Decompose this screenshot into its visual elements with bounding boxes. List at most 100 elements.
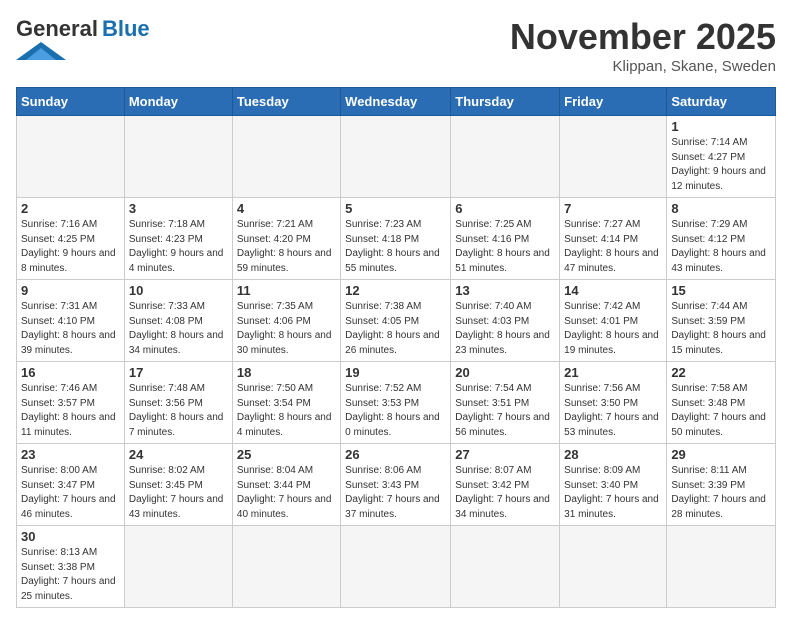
calendar-header: SundayMondayTuesdayWednesdayThursdayFrid… [17, 88, 776, 116]
page-header: General Blue November 2025 Klippan, Skan… [16, 16, 776, 75]
day-info: Sunrise: 7:40 AM Sunset: 4:03 PM Dayligh… [455, 300, 555, 358]
day-number: 26 [345, 447, 446, 462]
day-info: Sunrise: 7:52 AM Sunset: 3:53 PM Dayligh… [345, 382, 446, 440]
calendar-cell: 4 Sunrise: 7:21 AM Sunset: 4:20 PM Daylig… [232, 198, 340, 280]
day-number: 6 [455, 201, 555, 216]
day-info: Sunrise: 8:13 AM Sunset: 3:38 PM Dayligh… [21, 546, 120, 604]
calendar-cell: 17Sunrise: 7:48 AM Sunset: 3:56 PM Dayli… [124, 362, 232, 444]
calendar-table: SundayMondayTuesdayWednesdayThursdayFrid… [16, 87, 776, 608]
day-info: Sunrise: 7:27 AM Sunset: 4:14 PM Dayligh… [564, 218, 662, 276]
day-info: Sunrise: 7:44 AM Sunset: 3:59 PM Dayligh… [671, 300, 771, 358]
day-info: Sunrise: 7:42 AM Sunset: 4:01 PM Dayligh… [564, 300, 662, 358]
header-wednesday: Wednesday [341, 88, 451, 116]
calendar-cell [560, 116, 667, 198]
header-thursday: Thursday [451, 88, 560, 116]
day-number: 9 [21, 283, 120, 298]
calendar-cell: 20 Sunrise: 7:54 AM Sunset: 3:51 PM Dayli… [451, 362, 560, 444]
day-info: Sunrise: 8:00 AM Sunset: 3:47 PM Dayligh… [21, 464, 120, 522]
day-info: Sunrise: 7:21 AM Sunset: 4:20 PM Dayligh… [237, 218, 336, 276]
calendar-cell: 10Sunrise: 7:33 AM Sunset: 4:08 PM Dayli… [124, 280, 232, 362]
calendar-cell: 27Sunrise: 8:07 AM Sunset: 3:42 PM Dayli… [451, 444, 560, 526]
calendar-cell [667, 526, 776, 608]
calendar-cell [451, 116, 560, 198]
day-number: 11 [237, 283, 336, 298]
calendar-cell: 22 Sunrise: 7:58 AM Sunset: 3:48 PM Dayli… [667, 362, 776, 444]
day-number: 30 [21, 529, 120, 544]
calendar-cell: 30 Sunrise: 8:13 AM Sunset: 3:38 PM Dayli… [17, 526, 125, 608]
calendar-body: 1Sunrise: 7:14 AM Sunset: 4:27 PM Daylig… [17, 116, 776, 608]
calendar-cell: 8 Sunrise: 7:29 AM Sunset: 4:12 PM Daylig… [667, 198, 776, 280]
calendar-cell: 3 Sunrise: 7:18 AM Sunset: 4:23 PM Daylig… [124, 198, 232, 280]
day-info: Sunrise: 7:33 AM Sunset: 4:08 PM Dayligh… [129, 300, 228, 358]
day-info: Sunrise: 7:29 AM Sunset: 4:12 PM Dayligh… [671, 218, 771, 276]
calendar-cell: 2 Sunrise: 7:16 AM Sunset: 4:25 PM Daylig… [17, 198, 125, 280]
calendar-cell [451, 526, 560, 608]
calendar-cell: 26Sunrise: 8:06 AM Sunset: 3:43 PM Dayli… [341, 444, 451, 526]
day-info: Sunrise: 7:50 AM Sunset: 3:54 PM Dayligh… [237, 382, 336, 440]
calendar-cell [124, 116, 232, 198]
day-number: 8 [671, 201, 771, 216]
calendar-cell: 13 Sunrise: 7:40 AM Sunset: 4:03 PM Dayli… [451, 280, 560, 362]
day-number: 27 [455, 447, 555, 462]
day-info: Sunrise: 8:02 AM Sunset: 3:45 PM Dayligh… [129, 464, 228, 522]
day-number: 25 [237, 447, 336, 462]
calendar-cell: 15Sunrise: 7:44 AM Sunset: 3:59 PM Dayli… [667, 280, 776, 362]
day-info: Sunrise: 7:25 AM Sunset: 4:16 PM Dayligh… [455, 218, 555, 276]
calendar-cell: 28 Sunrise: 8:09 AM Sunset: 3:40 PM Dayli… [560, 444, 667, 526]
location: Klippan, Skane, Sweden [510, 58, 776, 75]
calendar-cell: 7 Sunrise: 7:27 AM Sunset: 4:14 PM Daylig… [560, 198, 667, 280]
month-title: November 2025 [510, 16, 776, 58]
calendar-cell: 25 Sunrise: 8:04 AM Sunset: 3:44 PM Dayli… [232, 444, 340, 526]
header-monday: Monday [124, 88, 232, 116]
day-info: Sunrise: 8:09 AM Sunset: 3:40 PM Dayligh… [564, 464, 662, 522]
day-info: Sunrise: 7:23 AM Sunset: 4:18 PM Dayligh… [345, 218, 446, 276]
day-info: Sunrise: 7:54 AM Sunset: 3:51 PM Dayligh… [455, 382, 555, 440]
day-number: 4 [237, 201, 336, 216]
day-number: 19 [345, 365, 446, 380]
calendar-cell: 5 Sunrise: 7:23 AM Sunset: 4:18 PM Daylig… [341, 198, 451, 280]
day-number: 24 [129, 447, 228, 462]
calendar-cell: 9Sunrise: 7:31 AM Sunset: 4:10 PM Daylig… [17, 280, 125, 362]
day-number: 17 [129, 365, 228, 380]
day-info: Sunrise: 8:04 AM Sunset: 3:44 PM Dayligh… [237, 464, 336, 522]
day-info: Sunrise: 7:58 AM Sunset: 3:48 PM Dayligh… [671, 382, 771, 440]
title-block: November 2025 Klippan, Skane, Sweden [510, 16, 776, 75]
calendar-cell: 1Sunrise: 7:14 AM Sunset: 4:27 PM Daylig… [667, 116, 776, 198]
calendar-cell: 11 Sunrise: 7:35 AM Sunset: 4:06 PM Dayli… [232, 280, 340, 362]
day-info: Sunrise: 7:56 AM Sunset: 3:50 PM Dayligh… [564, 382, 662, 440]
day-number: 13 [455, 283, 555, 298]
calendar-cell: 14 Sunrise: 7:42 AM Sunset: 4:01 PM Dayli… [560, 280, 667, 362]
day-info: Sunrise: 7:16 AM Sunset: 4:25 PM Dayligh… [21, 218, 120, 276]
day-number: 7 [564, 201, 662, 216]
day-info: Sunrise: 7:38 AM Sunset: 4:05 PM Dayligh… [345, 300, 446, 358]
logo-general-text: General [16, 16, 98, 42]
day-number: 5 [345, 201, 446, 216]
calendar-cell: 16Sunrise: 7:46 AM Sunset: 3:57 PM Dayli… [17, 362, 125, 444]
calendar-cell [341, 116, 451, 198]
calendar-cell: 29Sunrise: 8:11 AM Sunset: 3:39 PM Dayli… [667, 444, 776, 526]
calendar-cell [124, 526, 232, 608]
day-info: Sunrise: 7:18 AM Sunset: 4:23 PM Dayligh… [129, 218, 228, 276]
week-row-5: 30 Sunrise: 8:13 AM Sunset: 3:38 PM Dayli… [17, 526, 776, 608]
header-row: SundayMondayTuesdayWednesdayThursdayFrid… [17, 88, 776, 116]
day-number: 28 [564, 447, 662, 462]
week-row-1: 2 Sunrise: 7:16 AM Sunset: 4:25 PM Daylig… [17, 198, 776, 280]
day-number: 2 [21, 201, 120, 216]
day-number: 1 [671, 119, 771, 134]
day-number: 20 [455, 365, 555, 380]
day-number: 22 [671, 365, 771, 380]
day-info: Sunrise: 7:35 AM Sunset: 4:06 PM Dayligh… [237, 300, 336, 358]
calendar-cell [17, 116, 125, 198]
calendar-cell [232, 526, 340, 608]
calendar-cell: 6 Sunrise: 7:25 AM Sunset: 4:16 PM Daylig… [451, 198, 560, 280]
logo-blue-text: Blue [102, 16, 150, 42]
header-sunday: Sunday [17, 88, 125, 116]
calendar-cell: 19 Sunrise: 7:52 AM Sunset: 3:53 PM Dayli… [341, 362, 451, 444]
day-number: 16 [21, 365, 120, 380]
day-number: 3 [129, 201, 228, 216]
day-number: 14 [564, 283, 662, 298]
day-number: 21 [564, 365, 662, 380]
week-row-3: 16Sunrise: 7:46 AM Sunset: 3:57 PM Dayli… [17, 362, 776, 444]
day-number: 12 [345, 283, 446, 298]
calendar-cell: 12 Sunrise: 7:38 AM Sunset: 4:05 PM Dayli… [341, 280, 451, 362]
